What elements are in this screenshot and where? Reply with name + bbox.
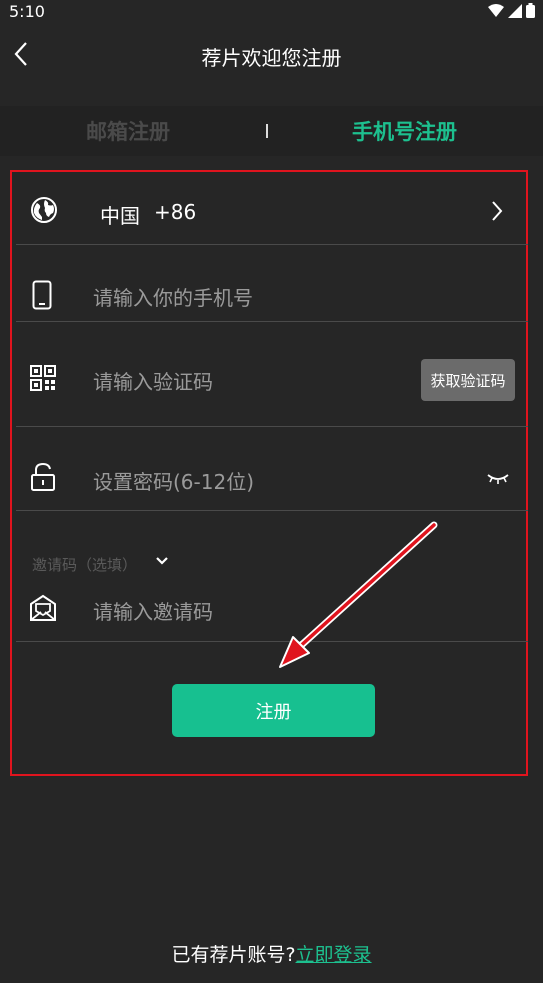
invite-code-input[interactable]: 请输入邀请码 [93,596,213,625]
tab-phone-register[interactable]: 手机号注册 [352,116,457,146]
register-tabs: 邮箱注册 手机号注册 [0,106,543,156]
login-prompt-text: 已有荐片账号? [171,944,296,966]
lock-icon [31,462,55,491]
top-app-bar: 荐片欢迎您注册 [0,30,543,78]
phone-row: 请输入你的手机号 [16,244,528,322]
phone-icon [32,280,52,310]
tab-email-register[interactable]: 邮箱注册 [86,116,170,146]
password-input[interactable]: 设置密码(6-12位) [93,466,254,495]
status-time: 5:10 [9,2,45,21]
country-name: 中国 [100,204,140,228]
login-link[interactable]: 立即登录 [296,944,372,966]
chevron-right-icon [492,201,503,221]
country-selector[interactable]: 中国 +86 [16,172,528,245]
password-row: 设置密码(6-12位) [16,426,528,511]
verification-code-input[interactable]: 请输入验证码 [93,366,213,395]
eye-closed-icon[interactable] [486,472,510,486]
country-code: +86 [154,200,197,224]
phone-input[interactable]: 请输入你的手机号 [93,282,253,311]
status-icons [488,3,535,18]
invitation-envelope-icon [30,594,56,621]
globe-icon [31,197,57,223]
cellular-signal-icon [508,3,522,18]
qr-code-icon [30,365,56,391]
login-prompt: 已有荐片账号?立即登录 [0,940,543,967]
get-verification-code-button[interactable]: 获取验证码 [421,359,515,401]
wifi-icon [488,3,504,17]
tab-divider [266,124,268,138]
register-button[interactable]: 注册 [172,684,375,737]
battery-icon [526,3,535,18]
register-form: 中国 +86 请输入你的手机号 请输入验证码 获取验证码 设置密码(6-12位)… [10,170,528,776]
status-bar: 5:10 [0,0,543,24]
page-title: 荐片欢迎您注册 [201,46,342,70]
invite-code-row: 请输入邀请码 [16,510,528,642]
